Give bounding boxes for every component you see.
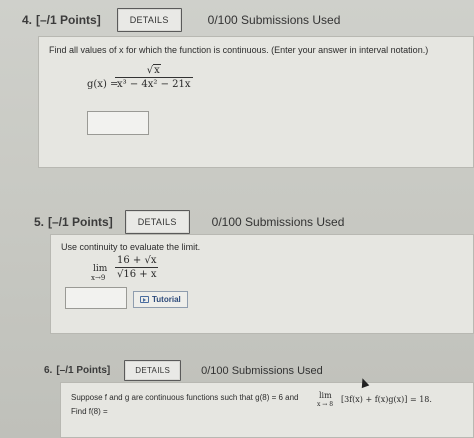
find-label: Find f(8) = (71, 407, 108, 416)
question-4-panel: Find all values of x for which the funct… (38, 36, 474, 168)
points-label: [–/1 Points] (56, 365, 111, 376)
tutorial-button[interactable]: Tutorial (133, 291, 188, 308)
submissions-used: 0/100 Submissions Used (207, 13, 341, 27)
radicand: x (153, 64, 161, 76)
points-label: [–/1 Points] (48, 215, 113, 229)
question-number: 5. (34, 215, 45, 229)
submissions-used: 0/100 Submissions Used (201, 364, 323, 377)
question-number: 6. (44, 365, 53, 376)
question-4-header: 4. [–/1 Points] DETAILS 0/100 Submission… (22, 8, 340, 32)
play-icon (140, 296, 149, 303)
submissions-used: 0/100 Submissions Used (211, 215, 345, 229)
function-lhs: g(x) = (87, 79, 119, 90)
question-number: 4. (22, 13, 33, 27)
details-button[interactable]: DETAILS (124, 210, 190, 234)
question-6-header: 6. [–/1 Points] DETAILS 0/100 Submission… (44, 360, 323, 381)
question-5-header: 5. [–/1 Points] DETAILS 0/100 Submission… (34, 210, 344, 234)
tutorial-label: Tutorial (152, 295, 181, 304)
limit-subscript: x → 8 (317, 401, 334, 408)
question-6-panel: Suppose f and g are continuous functions… (60, 382, 474, 438)
fraction-numerator: √x (145, 64, 163, 77)
points-label: [–/1 Points] (36, 13, 101, 27)
answer-input[interactable] (87, 111, 149, 135)
limit-fraction: 16 + √x √16 + x (115, 255, 159, 280)
fraction-denominator: x³ − 4x² − 21x (115, 77, 193, 90)
limit-expression: [3f(x) + f(x)g(x)] = 18. (341, 395, 432, 404)
function-fraction: √x x³ − 4x² − 21x (115, 64, 193, 90)
limit-word: lim (319, 391, 332, 400)
fraction-numerator: 16 + √x (117, 255, 157, 266)
details-button[interactable]: DETAILS (124, 360, 182, 381)
fraction-denominator: √16 + x (115, 267, 159, 280)
limit-word: lim (93, 264, 108, 274)
question-prompt: Use continuity to evaluate the limit. (61, 242, 201, 252)
details-button[interactable]: DETAILS (116, 8, 182, 32)
limit-subscript: x→9 (91, 274, 106, 282)
answer-input[interactable] (65, 287, 127, 309)
question-5-panel: Use continuity to evaluate the limit. li… (50, 234, 474, 334)
question-prompt: Find all values of x for which the funct… (49, 45, 429, 55)
question-prompt: Suppose f and g are continuous functions… (71, 393, 299, 402)
